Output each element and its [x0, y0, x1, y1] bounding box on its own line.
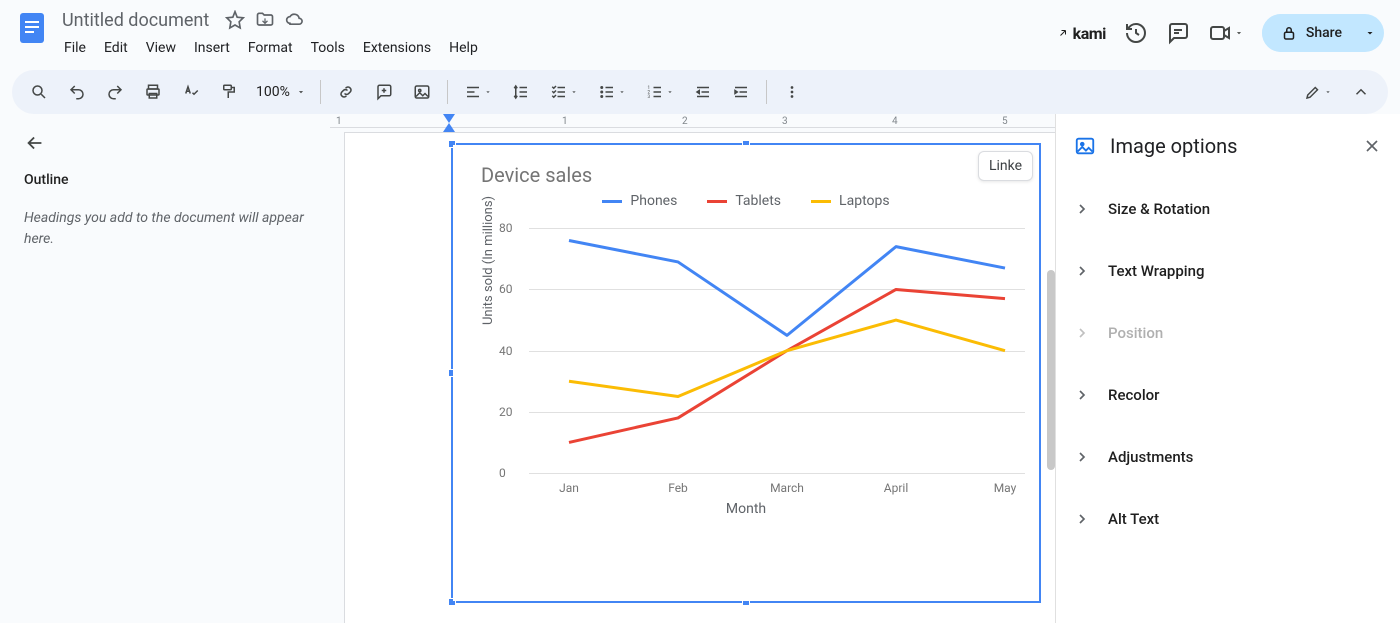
share-button-group: Share: [1262, 14, 1384, 52]
ruler-indent-marker[interactable]: [443, 114, 455, 123]
linked-chart-chip[interactable]: Linke: [978, 151, 1033, 181]
zoom-select[interactable]: 100%: [250, 80, 312, 104]
menu-tools[interactable]: Tools: [303, 36, 353, 60]
outline-title: Outline: [24, 172, 306, 188]
sidebar-item-recolor[interactable]: Recolor: [1056, 364, 1400, 426]
menu-file[interactable]: File: [56, 36, 94, 60]
cloud-status-icon[interactable]: [285, 10, 305, 30]
chart-legend: Phones Tablets Laptops: [463, 193, 1029, 209]
chevron-right-icon: [1074, 263, 1090, 279]
redo-icon[interactable]: [98, 77, 132, 107]
search-icon[interactable]: [22, 77, 56, 107]
ruler-left-margin-marker[interactable]: [443, 123, 455, 132]
outline-back-icon[interactable]: [24, 132, 46, 154]
chevron-right-icon: [1074, 449, 1090, 465]
menu-insert[interactable]: Insert: [186, 36, 238, 60]
chart-x-label: Month: [463, 501, 1029, 517]
increase-indent-icon[interactable]: [724, 77, 758, 107]
decrease-indent-icon[interactable]: [686, 77, 720, 107]
editing-mode-icon[interactable]: [1296, 77, 1340, 107]
outline-panel: Outline Headings you add to the document…: [0, 114, 330, 623]
sidebar-item-size-rotation[interactable]: Size & Rotation: [1056, 178, 1400, 240]
sidebar-item-text-wrapping[interactable]: Text Wrapping: [1056, 240, 1400, 302]
insert-link-icon[interactable]: [329, 77, 363, 107]
line-spacing-icon[interactable]: [504, 77, 538, 107]
image-selection[interactable]: Linke Device sales Phones Tablets Laptop…: [451, 143, 1041, 603]
meet-icon[interactable]: [1208, 21, 1244, 45]
sidebar-item-alt-text[interactable]: Alt Text: [1056, 488, 1400, 550]
menu-format[interactable]: Format: [240, 36, 301, 60]
docs-logo[interactable]: [12, 8, 52, 48]
sidebar-item-position: Position: [1056, 302, 1400, 364]
checklist-icon[interactable]: [542, 77, 586, 107]
move-folder-icon[interactable]: [255, 10, 275, 30]
outline-empty-text: Headings you add to the document will ap…: [24, 208, 306, 250]
chart-y-label: Units sold (In millions): [481, 196, 496, 325]
spellcheck-icon[interactable]: [174, 77, 208, 107]
image-options-sidebar: Image options Size & RotationText Wrappi…: [1055, 114, 1400, 623]
share-dropdown[interactable]: [1360, 17, 1384, 49]
comments-icon[interactable]: [1166, 21, 1190, 45]
image-icon: [1074, 135, 1096, 157]
share-label: Share: [1306, 25, 1342, 41]
paint-format-icon[interactable]: [212, 77, 246, 107]
scrollbar-thumb[interactable]: [1047, 270, 1055, 470]
chevron-right-icon: [1074, 325, 1090, 341]
sidebar-title: Image options: [1110, 134, 1348, 158]
menu-help[interactable]: Help: [441, 36, 486, 60]
insert-image-icon[interactable]: [405, 77, 439, 107]
sidebar-item-adjustments[interactable]: Adjustments: [1056, 426, 1400, 488]
history-icon[interactable]: [1124, 21, 1148, 45]
document-canvas[interactable]: 1 1 2 3 4 5 Linke Device sales Ph: [330, 114, 1055, 623]
menu-extensions[interactable]: Extensions: [355, 36, 439, 60]
print-icon[interactable]: [136, 77, 170, 107]
undo-icon[interactable]: [60, 77, 94, 107]
close-icon[interactable]: [1362, 136, 1382, 156]
menu-edit[interactable]: Edit: [96, 36, 136, 60]
chevron-right-icon: [1074, 511, 1090, 527]
add-comment-icon[interactable]: [367, 77, 401, 107]
chevron-right-icon: [1074, 201, 1090, 217]
menu-view[interactable]: View: [138, 36, 184, 60]
document-title[interactable]: Untitled document: [56, 8, 215, 33]
kami-label: kami: [1073, 24, 1106, 43]
embedded-chart: Linke Device sales Phones Tablets Laptop…: [453, 145, 1039, 601]
lock-icon: [1280, 24, 1298, 42]
svg-text:3: 3: [647, 94, 650, 100]
share-button[interactable]: Share: [1262, 14, 1360, 52]
menu-bar: File Edit View Insert Format Tools Exten…: [56, 34, 1057, 62]
collapse-toolbar-icon[interactable]: [1344, 77, 1378, 107]
align-icon[interactable]: [456, 77, 500, 107]
star-icon[interactable]: [225, 10, 245, 30]
numbered-list-icon[interactable]: 123: [638, 77, 682, 107]
kami-extension[interactable]: kami: [1057, 24, 1106, 43]
horizontal-ruler[interactable]: 1 1 2 3 4 5: [330, 114, 1055, 132]
chart-title: Device sales: [481, 163, 1029, 187]
toolbar: 100% 123: [12, 70, 1388, 114]
chevron-right-icon: [1074, 387, 1090, 403]
bulleted-list-icon[interactable]: [590, 77, 634, 107]
more-icon[interactable]: [775, 77, 809, 107]
